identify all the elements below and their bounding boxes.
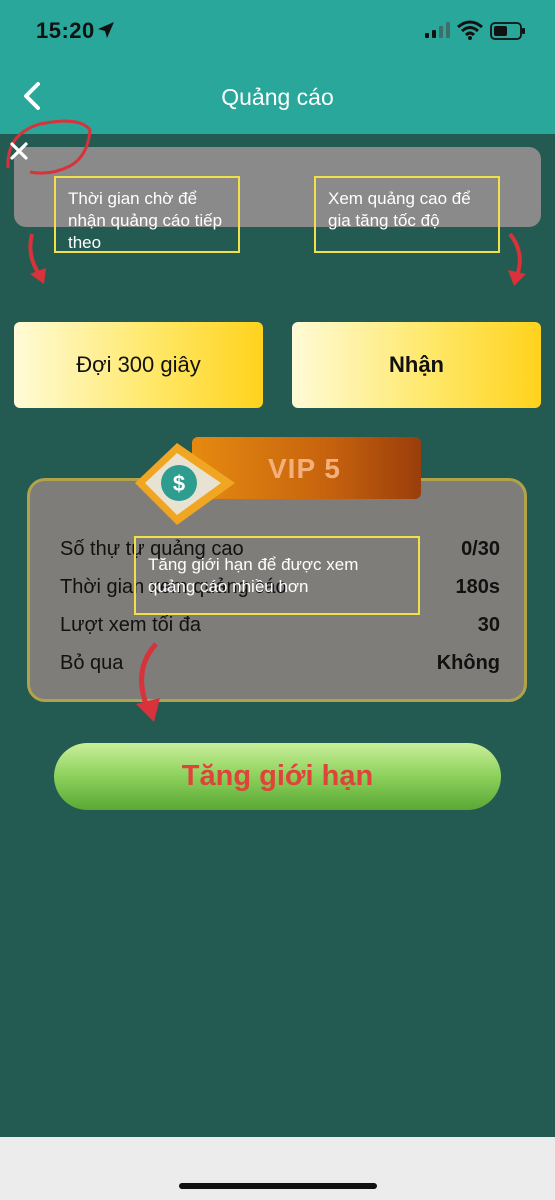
status-time: 15:20 — [36, 18, 95, 43]
increase-limit-button[interactable]: Tăng giới hạn — [54, 743, 501, 810]
badge-symbol: $ — [173, 471, 185, 496]
bottom-bar — [0, 1137, 555, 1200]
arrow-icon — [508, 232, 526, 286]
status-bar: 15:20 — [0, 0, 555, 60]
close-icon[interactable] — [6, 138, 32, 164]
page-title: Quảng cáo — [221, 84, 334, 110]
annotation-wait-note: Thời gian chờ để nhận quảng cáo tiếp the… — [54, 176, 240, 253]
vip-level-label: VIP 5 — [268, 453, 341, 484]
signal-icon — [425, 22, 450, 38]
stat-row-skip: Bỏ qua Không — [60, 647, 500, 679]
annotation-watch-note: Xem quảng cao để gia tăng tốc độ — [314, 176, 500, 253]
wait-button[interactable]: Đợi 300 giây — [14, 322, 263, 408]
stat-value: 0/30 — [461, 537, 500, 560]
dollar-badge-icon: $ — [135, 443, 235, 525]
stat-value: 180s — [455, 575, 501, 598]
arrow-icon — [28, 233, 46, 284]
claim-button[interactable]: Nhận — [292, 322, 541, 408]
stat-value: Không — [436, 651, 500, 674]
stat-label: Bỏ qua — [60, 651, 124, 674]
stat-label: Lượt xem tối đa — [60, 613, 202, 636]
annotation-limit-note: Tăng giới hạn để được xem quảng cáo nhiề… — [134, 536, 420, 615]
battery-icon — [490, 22, 525, 40]
stat-value: 30 — [477, 613, 500, 636]
arrow-icon — [136, 642, 160, 722]
location-arrow-icon — [98, 22, 114, 38]
home-indicator[interactable] — [179, 1183, 377, 1189]
wifi-icon — [457, 20, 483, 40]
